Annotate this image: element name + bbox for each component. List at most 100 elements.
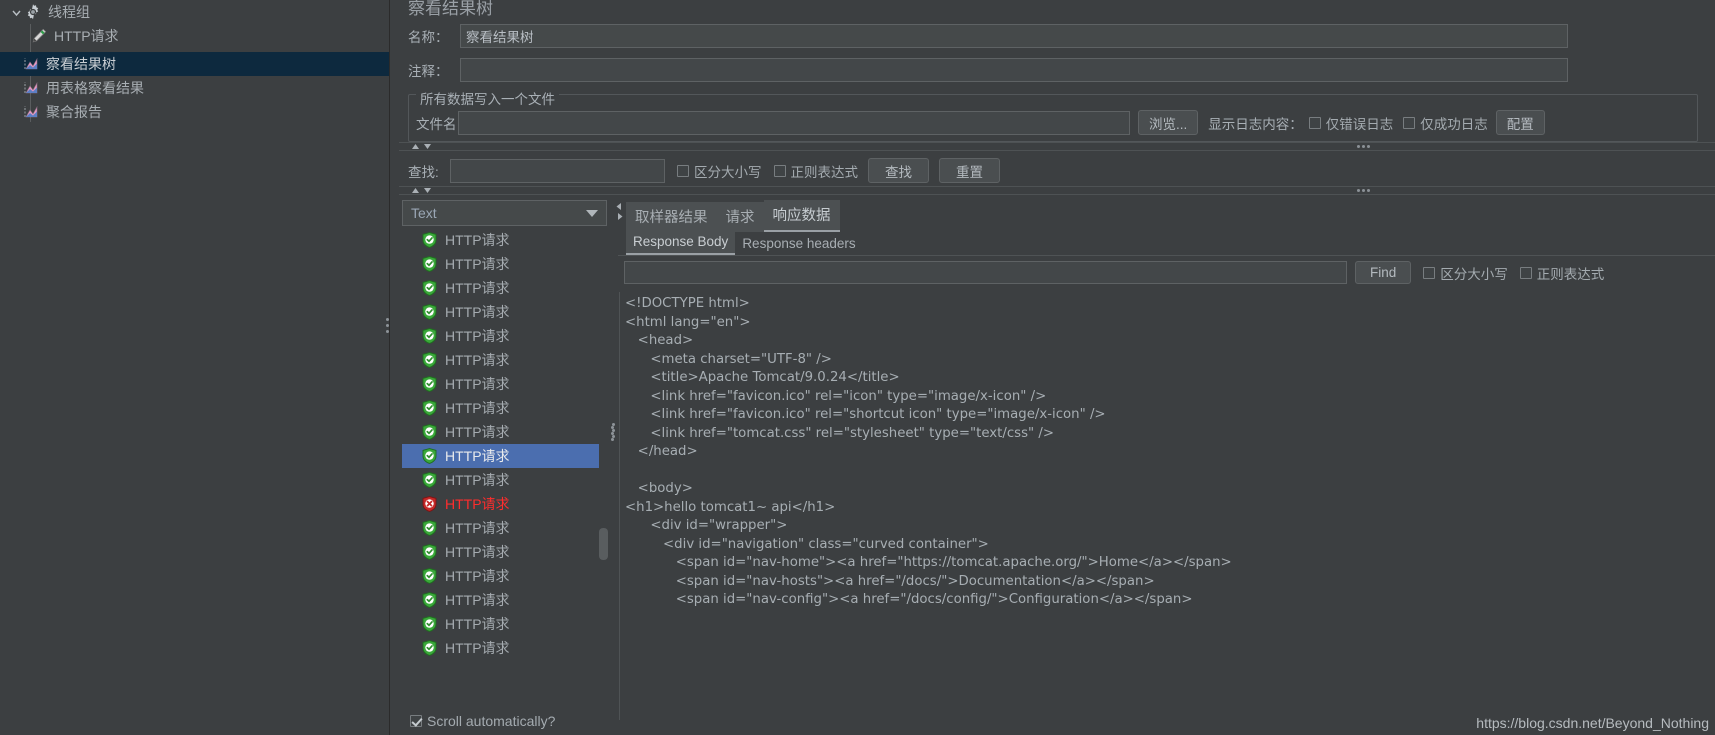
list-item-label: HTTP请求 [445,448,510,464]
errors-only-label: 仅错误日志 [1325,116,1394,132]
list-item[interactable]: HTTP请求 [402,372,607,396]
tab-response-data[interactable]: 响应数据 [763,200,840,232]
name-label: 名称： [408,30,449,45]
status-ok-icon [422,256,437,272]
results-list-scrollbar[interactable] [599,228,608,712]
list-item-label: HTTP请求 [445,424,510,440]
search-case-sensitive-checkbox[interactable]: 区分大小写 [677,161,762,181]
checkbox-box [773,164,786,177]
tab-sampler-result[interactable]: 取样器结果 [626,202,717,232]
list-item-label: HTTP请求 [445,496,510,512]
browse-button[interactable]: 浏览... [1138,110,1199,135]
divider-arrows[interactable] [411,187,432,194]
view-mode-value: Text [411,205,437,221]
editor-split-handle[interactable] [611,420,616,440]
view-mode-combo[interactable]: Text [402,200,607,226]
list-item[interactable]: HTTP请求 [402,516,607,540]
response-find-input[interactable] [624,261,1347,284]
list-item[interactable]: HTTP请求 [402,492,607,516]
triangle-up-icon [412,188,419,193]
success-only-label: 仅成功日志 [1420,116,1488,132]
file-output-group-title: 所有数据写入一个文件 [416,88,559,108]
list-item[interactable]: HTTP请求 [402,420,607,444]
list-item[interactable]: HTTP请求 [402,324,607,348]
detail-tabstrip[interactable]: 取样器结果 请求 响应数据 [626,200,840,232]
list-item[interactable]: HTTP请求 [402,612,607,636]
status-ok-icon [422,568,437,584]
gear-icon [24,3,42,21]
list-item[interactable]: HTTP请求 [402,636,607,660]
filename-label: 文件名 [416,116,457,132]
errors-only-checkbox[interactable]: 仅错误日志 [1308,113,1394,133]
scroll-automatically-checkbox[interactable]: Scroll automatically? [410,713,555,729]
status-ok-icon [422,376,437,392]
list-item[interactable]: HTTP请求 [402,564,607,588]
sampler-results-list[interactable]: HTTP请求 HTTP请求 HTTP请求 HTTP请求 HTTP请求 HTTP请求 HTTP… [402,228,607,712]
search-find-button[interactable]: 查找 [868,158,929,183]
tree-item-view-results-tree[interactable]: 察看结果树 [0,52,389,76]
split-divider-top[interactable] [399,142,1715,151]
list-item-label: HTTP请求 [445,280,510,296]
triangle-left-icon [616,202,621,210]
response-subtabstrip[interactable]: Response Body Response headers [626,231,863,255]
search-regex-checkbox[interactable]: 正则表达式 [773,161,858,181]
checkbox-box [410,715,422,727]
list-item-label: HTTP请求 [445,256,510,272]
filename-row: 文件名 浏览... 显示日志内容： 仅错误日志 仅成功日志 配置 [416,110,1545,135]
response-find-button[interactable]: Find [1355,261,1412,284]
test-plan-tree[interactable]: 线程组 HTTP请求 察看结果树 用表格察看结果 聚合报告 [0,0,390,735]
filename-input[interactable] [458,110,1130,135]
tree-item-label: HTTP请求 [54,28,119,44]
list-item-label: HTTP请求 [445,616,510,632]
status-ok-icon [422,520,437,536]
checkbox-box [1423,266,1436,279]
list-item[interactable]: HTTP请求 [402,300,607,324]
split-divider-middle[interactable] [399,186,1715,195]
divider-dots [1357,189,1370,192]
list-item[interactable]: HTTP请求 [402,444,607,468]
list-item[interactable]: HTTP请求 [402,468,607,492]
list-item[interactable]: HTTP请求 [402,252,607,276]
list-item[interactable]: HTTP请求 [402,396,607,420]
response-case-sensitive-checkbox[interactable]: 区分大小写 [1423,263,1508,283]
list-item-label: HTTP请求 [445,568,510,584]
checkbox-box [1403,116,1416,129]
search-input[interactable] [450,158,665,183]
list-item[interactable]: HTTP请求 [402,588,607,612]
list-item[interactable]: HTTP请求 [402,348,607,372]
chevron-down-icon[interactable] [8,4,24,20]
list-item-label: HTTP请求 [445,400,510,416]
status-ok-icon [422,472,437,488]
list-item[interactable]: HTTP请求 [402,276,607,300]
tree-item-aggregate-report[interactable]: 聚合报告 [0,100,389,124]
scrollbar-thumb[interactable] [599,528,608,560]
list-item[interactable]: HTTP请求 [402,228,607,252]
tree-item-view-results-table[interactable]: 用表格察看结果 [0,76,389,100]
success-only-checkbox[interactable]: 仅成功日志 [1403,113,1488,133]
response-regex-label: 正则表达式 [1536,266,1605,282]
subtab-response-body[interactable]: Response Body [626,231,736,255]
tree-item-http-request[interactable]: HTTP请求 [0,24,389,48]
tab-scroll-arrows[interactable] [616,200,625,225]
tree-item-label: 线程组 [48,4,90,20]
response-body-text[interactable]: <!DOCTYPE html> <html lang="en"> <head> … [625,295,1715,723]
response-regex-checkbox[interactable]: 正则表达式 [1519,263,1605,283]
subtab-response-headers[interactable]: Response headers [735,233,862,255]
divider-arrows[interactable] [411,143,432,150]
response-case-sensitive-label: 区分大小写 [1440,266,1508,282]
list-item-label: HTTP请求 [445,544,510,560]
search-reset-button[interactable]: 重置 [939,158,1000,183]
list-item[interactable]: HTTP请求 [402,540,607,564]
list-item-label: HTTP请求 [445,352,510,368]
tree-item-thread-group[interactable]: 线程组 [0,0,389,24]
status-ok-icon [422,328,437,344]
name-input[interactable] [460,24,1568,48]
status-ok-icon [422,280,437,296]
tab-request[interactable]: 请求 [716,202,764,232]
status-error-icon [422,496,437,512]
status-ok-icon [422,352,437,368]
comment-input[interactable] [460,58,1568,82]
list-item-label: HTTP请求 [445,592,510,608]
configure-button[interactable]: 配置 [1495,110,1545,135]
watermark-text: https://blog.csdn.net/Beyond_Nothing [1476,715,1709,731]
